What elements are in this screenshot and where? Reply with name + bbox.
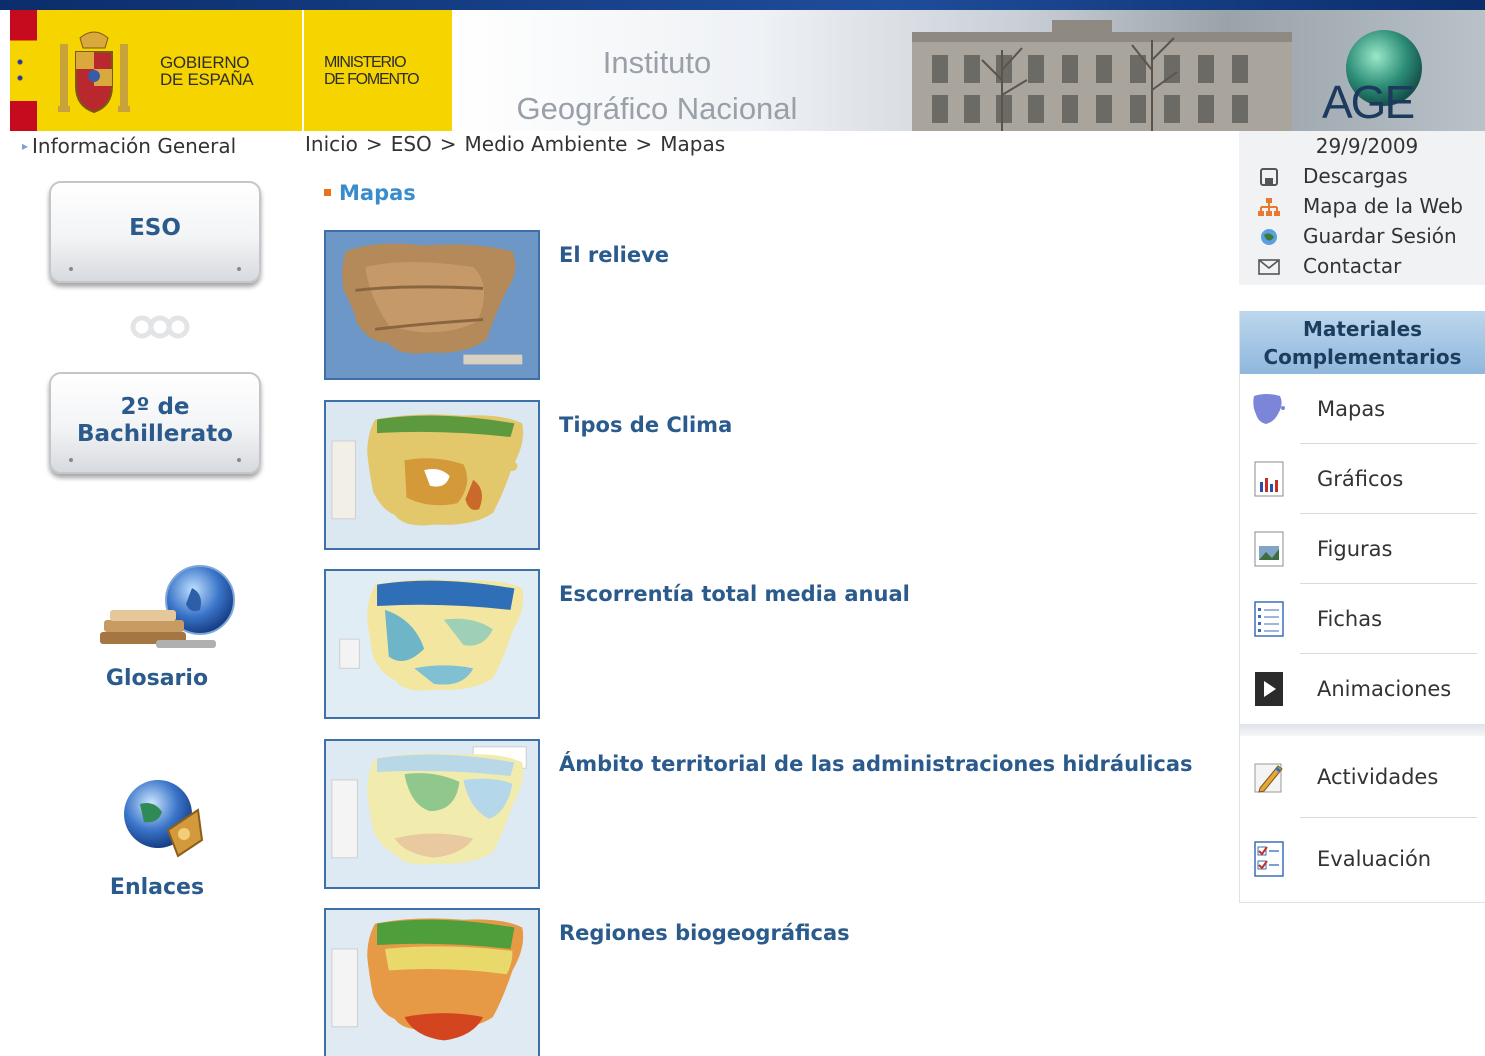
bachillerato-line2: Bachillerato — [77, 421, 233, 447]
descargas-link[interactable]: Descargas — [1239, 161, 1485, 191]
biogeo-map-thumbnail[interactable] — [324, 908, 540, 1056]
materiales-panel: Materiales Complementarios Mapas Gráfico… — [1239, 311, 1485, 903]
ministerio-line1: MINISTERIO — [324, 54, 407, 71]
climate-map-thumbnail[interactable] — [324, 400, 540, 550]
eso-button[interactable]: ESO — [49, 181, 261, 283]
material-evaluacion-label: Evaluación — [1317, 847, 1432, 871]
relief-map-thumbnail[interactable] — [324, 230, 540, 380]
breadcrumb-eso[interactable]: ESO — [391, 132, 432, 156]
save-icon — [1260, 168, 1278, 186]
bachillerato-line1: 2º de — [120, 394, 190, 420]
gobierno-line1: GOBIERNO — [160, 53, 250, 72]
breadcrumb-separator: > — [635, 132, 653, 156]
breadcrumb-medio-ambiente[interactable]: Medio Ambiente — [465, 132, 628, 156]
breadcrumb-inicio[interactable]: Inicio — [305, 132, 358, 156]
right-panel: 29/9/2009 Descargas Mapa de la Web Guard… — [1239, 131, 1485, 903]
glosario-icon[interactable] — [96, 558, 238, 656]
material-actividades[interactable]: Actividades — [1240, 736, 1485, 818]
map-item-title[interactable]: Regiones biogeográficas — [559, 914, 850, 952]
gobierno-line2: DE ESPAÑA — [160, 70, 254, 89]
site-header: GOBIERNO DE ESPAÑA MINISTERIO DE FOMENTO — [10, 10, 1485, 131]
spain-map-icon — [1253, 394, 1285, 424]
building-photo-icon — [912, 20, 1292, 131]
runoff-map-thumbnail[interactable] — [324, 569, 540, 719]
pencil-icon — [1254, 763, 1283, 793]
hydro-admin-map-thumbnail[interactable] — [324, 739, 540, 889]
ministerio-logo[interactable]: MINISTERIO DE FOMENTO — [304, 10, 452, 131]
material-graficos-label: Gráficos — [1317, 467, 1404, 491]
material-fichas[interactable]: Fichas — [1240, 584, 1485, 654]
material-mapas[interactable]: Mapas — [1240, 374, 1485, 444]
instituto-line2: Geográfico Nacional — [516, 91, 798, 126]
materiales-title-line2: Complementarios — [1263, 345, 1462, 369]
material-evaluacion[interactable]: Evaluación — [1240, 818, 1485, 900]
coat-of-arms-icon — [58, 31, 130, 114]
picture-icon — [1254, 531, 1284, 567]
descargas-label: Descargas — [1303, 164, 1408, 188]
material-animaciones-label: Animaciones — [1317, 677, 1452, 701]
material-animaciones[interactable]: Animaciones — [1240, 654, 1485, 724]
play-icon — [1255, 672, 1283, 706]
map-item-clima: Tipos de Clima — [324, 400, 1224, 550]
current-date: 29/9/2009 — [1239, 131, 1485, 161]
material-graficos[interactable]: Gráficos — [1240, 444, 1485, 514]
gobierno-logo[interactable]: GOBIERNO DE ESPAÑA — [10, 10, 302, 131]
bachillerato-button[interactable]: 2º de Bachillerato — [49, 372, 261, 474]
utility-links: Descargas Mapa de la Web Guardar Sesión … — [1239, 161, 1485, 285]
map-item-title[interactable]: Ámbito territorial de las administracion… — [559, 745, 1219, 783]
materials-divider — [1240, 724, 1485, 736]
sitemap-icon — [1258, 198, 1280, 216]
material-figuras[interactable]: Figuras — [1240, 514, 1485, 584]
contactar-label: Contactar — [1303, 254, 1402, 278]
enlaces-link[interactable]: Enlaces — [51, 875, 263, 900]
material-mapas-label: Mapas — [1317, 397, 1386, 421]
materiales-header: Materiales Complementarios — [1240, 311, 1485, 374]
section-title: Mapas — [324, 181, 416, 205]
bar-chart-icon — [1254, 461, 1284, 497]
ministerio-line2: DE FOMENTO — [324, 71, 420, 88]
map-item-title[interactable]: Tipos de Clima — [559, 406, 732, 444]
age-logo-text: AGE — [1322, 76, 1413, 126]
eso-button-label: ESO — [129, 215, 181, 241]
material-actividades-label: Actividades — [1317, 765, 1439, 789]
globe-icon — [1261, 229, 1277, 245]
materiales-title-line1: Materiales — [1302, 317, 1423, 341]
mapa-web-label: Mapa de la Web — [1303, 194, 1463, 218]
map-item-title[interactable]: Escorrentía total media anual — [559, 575, 910, 613]
map-item-title[interactable]: El relieve — [559, 236, 669, 274]
section-title-label: Mapas — [339, 181, 416, 205]
map-item-escorrentia: Escorrentía total media anual — [324, 569, 1224, 719]
map-item-ambito: Ámbito territorial de las administracion… — [324, 739, 1224, 889]
breadcrumb-separator: > — [365, 132, 383, 156]
checklist-icon — [1254, 841, 1284, 877]
enlaces-icon[interactable] — [118, 774, 210, 866]
breadcrumb: Inicio > ESO > Medio Ambiente > Mapas — [305, 132, 725, 156]
contactar-link[interactable]: Contactar — [1239, 251, 1485, 281]
list-sheet-icon — [1254, 601, 1284, 637]
map-item-relieve: El relieve — [324, 230, 1224, 380]
map-item-biogeo: Regiones biogeográficas — [324, 908, 1224, 1056]
info-general-label: Información General — [32, 134, 237, 158]
info-general-link[interactable]: ▸ Información General — [22, 134, 236, 158]
guardar-sesion-label: Guardar Sesión — [1303, 224, 1457, 248]
material-figuras-label: Figuras — [1317, 537, 1393, 561]
ign-banner[interactable]: Instituto Geográfico Nacional AGE — [452, 10, 1485, 131]
square-bullet-icon — [324, 189, 331, 196]
breadcrumb-separator: > — [439, 132, 457, 156]
envelope-icon — [1258, 259, 1280, 275]
breadcrumb-mapas: Mapas — [660, 132, 726, 156]
mapa-web-link[interactable]: Mapa de la Web — [1239, 191, 1485, 221]
age-logo-icon: AGE — [1322, 30, 1422, 126]
guardar-sesion-link[interactable]: Guardar Sesión — [1239, 221, 1485, 251]
instituto-line1: Instituto — [602, 45, 712, 80]
top-bar — [0, 0, 1485, 10]
glosario-link[interactable]: Glosario — [51, 666, 263, 691]
flag-stripe — [10, 10, 37, 131]
material-fichas-label: Fichas — [1317, 607, 1383, 631]
rings-icon — [130, 315, 190, 339]
bullet-icon: ▸ — [22, 139, 29, 153]
